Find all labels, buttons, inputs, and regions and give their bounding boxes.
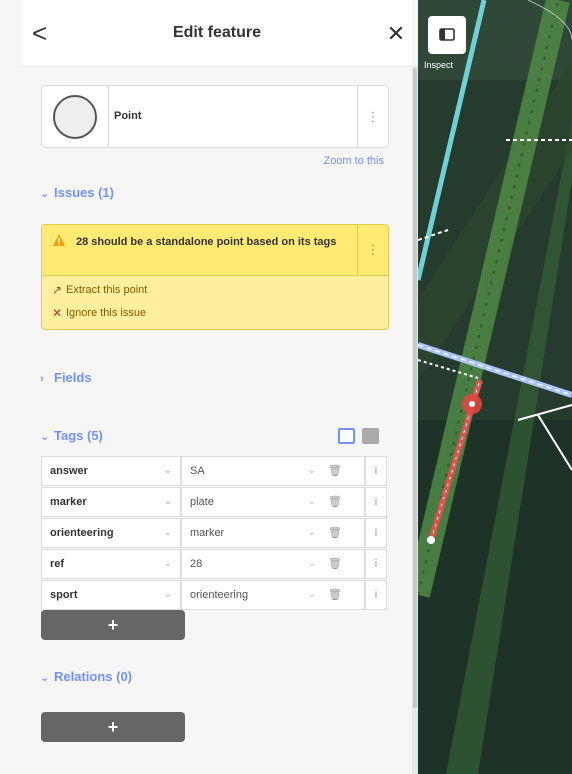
chevron-down-icon: ⌄ <box>307 496 316 507</box>
info-icon[interactable]: i <box>365 518 387 548</box>
tag-row: marker ⌄ plate ⌄ 🗑 i <box>41 487 387 518</box>
tag-row: sport ⌄ orienteering ⌄ 🗑 i <box>41 580 387 611</box>
scrollbar-thumb[interactable] <box>413 68 417 708</box>
point-circle-icon <box>53 95 97 139</box>
chevron-down-icon: ⌄ <box>307 465 316 476</box>
issues-section-toggle[interactable]: ⌄ Issues (1) <box>40 185 114 200</box>
issue-label-row[interactable]: 28 should be a standalone point based on… <box>42 225 388 276</box>
sidebar: < Edit feature ✕ Point ⋮ Zoom to this ⌄ I… <box>0 0 418 774</box>
sidebar-toggle-icon <box>439 28 455 41</box>
fields-section-toggle[interactable]: › Fields <box>40 370 92 385</box>
issue-warning: 28 should be a standalone point based on… <box>41 224 389 330</box>
tag-key-input[interactable]: ref ⌄ <box>41 549 181 579</box>
page-title: Edit feature <box>172 24 261 41</box>
fix-label: Ignore this issue <box>66 307 147 319</box>
chevron-down-icon: ⌄ <box>40 188 50 200</box>
trash-icon[interactable]: 🗑 <box>325 457 345 487</box>
warning-icon <box>53 234 65 246</box>
chevron-down-icon: ⌄ <box>307 589 316 600</box>
text-view-icon[interactable] <box>362 428 379 444</box>
info-icon[interactable]: i <box>365 549 387 579</box>
fix-ignore-issue[interactable]: ✕ Ignore this issue <box>52 306 147 320</box>
chevron-down-icon: ⌄ <box>163 496 172 507</box>
info-icon[interactable]: i <box>365 487 387 517</box>
tag-table: answer ⌄ SA ⌄ 🗑 i marker ⌄ plate ⌄ 🗑 i orien… <box>41 456 387 611</box>
chevron-down-icon: ⌄ <box>163 589 172 600</box>
tag-key-input[interactable]: marker ⌄ <box>41 487 181 517</box>
tag-key-input[interactable]: answer ⌄ <box>41 456 181 486</box>
preset-more-button[interactable]: ⋮ <box>357 86 388 147</box>
relations-section-toggle[interactable]: ⌄ Relations (0) <box>40 669 132 684</box>
zoom-to-this-link[interactable]: Zoom to this <box>323 155 384 167</box>
preset-name: Point <box>114 110 142 122</box>
fields-header-label: Fields <box>54 370 92 385</box>
list-view-icon[interactable] <box>338 428 355 444</box>
issues-header-label: Issues (1) <box>54 185 114 200</box>
tag-row: orienteering ⌄ marker ⌄ 🗑 i <box>41 518 387 549</box>
chevron-down-icon: ⌄ <box>307 527 316 538</box>
add-relation-button[interactable]: + <box>41 712 185 742</box>
tags-section-toggle[interactable]: ⌄ Tags (5) <box>40 428 103 443</box>
map-imagery <box>418 0 572 774</box>
trash-icon[interactable]: 🗑 <box>325 488 345 518</box>
tag-key-input[interactable]: orienteering ⌄ <box>41 518 181 548</box>
trash-icon[interactable]: 🗑 <box>325 550 345 580</box>
info-icon[interactable]: i <box>365 580 387 610</box>
extract-icon: ↗ <box>51 283 63 297</box>
preset-icon-cell <box>42 86 109 147</box>
panel-header: < Edit feature ✕ <box>22 0 412 67</box>
issue-more-button[interactable]: ⋮ <box>357 225 388 275</box>
trash-icon[interactable]: 🗑 <box>325 519 345 549</box>
fix-label: Extract this point <box>66 284 148 296</box>
chevron-right-icon: › <box>40 373 44 385</box>
tags-header-label: Tags (5) <box>54 428 103 443</box>
chevron-down-icon: ⌄ <box>163 558 172 569</box>
preset-list-item[interactable]: Point ⋮ <box>41 85 389 148</box>
close-icon: ✕ <box>51 306 63 320</box>
add-tag-button[interactable]: + <box>41 610 185 640</box>
chevron-down-icon: ⌄ <box>163 465 172 476</box>
close-button[interactable]: ✕ <box>384 20 408 48</box>
map-canvas[interactable]: Inspect <box>418 0 572 774</box>
inspect-label: Inspect <box>424 60 454 70</box>
trash-icon[interactable]: 🗑 <box>325 581 345 611</box>
fix-extract-point[interactable]: ↗ Extract this point <box>52 283 148 297</box>
chevron-down-icon: ⌄ <box>163 527 172 538</box>
info-icon[interactable]: i <box>365 456 387 486</box>
relations-header-label: Relations (0) <box>54 669 133 684</box>
inspect-button[interactable] <box>428 16 466 54</box>
tag-row: answer ⌄ SA ⌄ 🗑 i <box>41 456 387 487</box>
issue-message: 28 should be a standalone point based on… <box>76 236 337 248</box>
chevron-down-icon: ⌄ <box>307 558 316 569</box>
tag-row: ref ⌄ 28 ⌄ 🗑 i <box>41 549 387 580</box>
tag-key-input[interactable]: sport ⌄ <box>41 580 181 610</box>
chevron-down-icon: ⌄ <box>40 672 50 684</box>
chevron-down-icon: ⌄ <box>40 431 50 443</box>
